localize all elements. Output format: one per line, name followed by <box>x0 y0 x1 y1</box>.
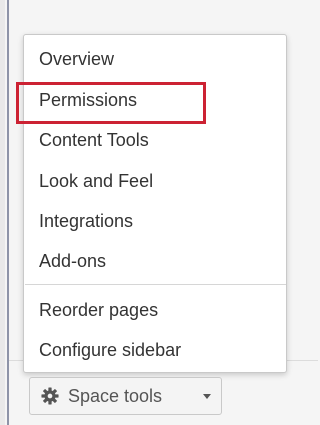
space-tools-button[interactable]: Space tools <box>29 377 222 415</box>
menu-item-reorder-pages[interactable]: Reorder pages <box>39 295 158 325</box>
menu-item-add-ons[interactable]: Add-ons <box>39 246 106 276</box>
menu-item-content-tools[interactable]: Content Tools <box>39 125 149 155</box>
space-tools-label: Space tools <box>68 386 163 406</box>
gear-icon <box>41 387 59 405</box>
sidebar-border-line <box>7 0 9 425</box>
menu-item-integrations[interactable]: Integrations <box>39 206 133 236</box>
menu-item-overview[interactable]: Overview <box>39 44 114 74</box>
menu-item-configure-sidebar[interactable]: Configure sidebar <box>39 335 181 365</box>
menu-item-look-and-feel[interactable]: Look and Feel <box>39 166 153 196</box>
menu-separator <box>25 284 286 285</box>
caret-down-icon <box>203 394 211 399</box>
space-tools-dropdown-menu: Overview Permissions Content Tools Look … <box>23 34 287 373</box>
sidebar-edge <box>0 0 5 425</box>
menu-item-permissions[interactable]: Permissions <box>39 85 137 115</box>
